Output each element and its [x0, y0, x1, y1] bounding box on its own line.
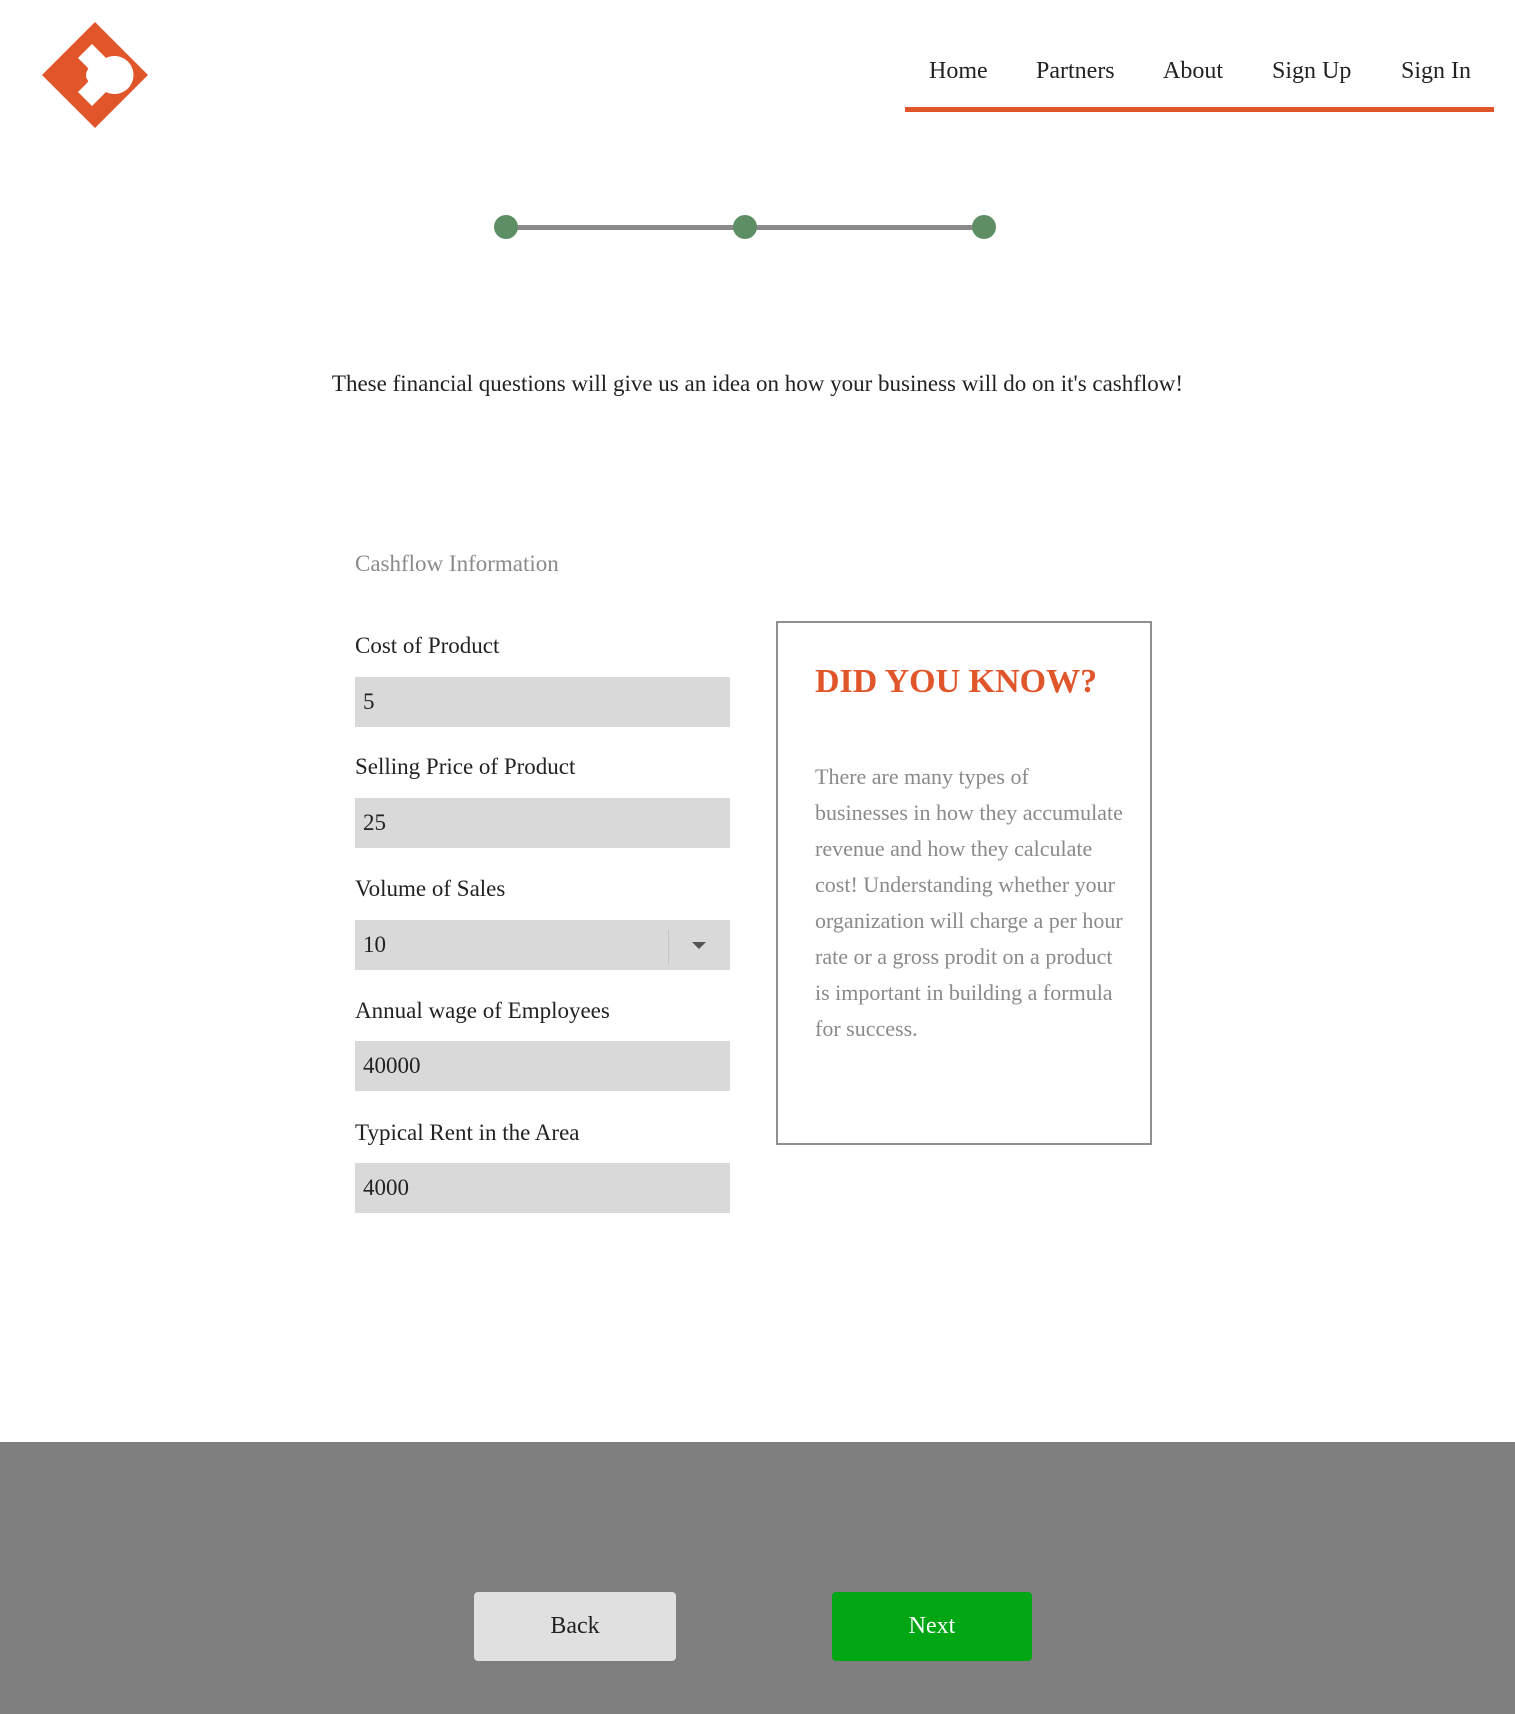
typical-rent-label: Typical Rent in the Area — [355, 1120, 580, 1145]
cost-of-product-label: Cost of Product — [355, 633, 500, 658]
footer-bar: Back Next — [0, 1442, 1515, 1714]
stepper-dot-3 — [972, 215, 996, 239]
main-nav: Home Partners About Sign Up Sign In — [905, 0, 1494, 112]
intro-text: These financial questions will give us a… — [331, 371, 1184, 396]
next-button[interactable]: Next — [832, 1592, 1032, 1661]
section-title: Cashflow Information — [355, 551, 559, 576]
cost-of-product-input[interactable] — [355, 677, 730, 727]
nav-sign-up[interactable]: Sign Up — [1272, 54, 1351, 88]
info-card-body: There are many types of businesses in ho… — [815, 764, 1123, 1041]
nav-partners[interactable]: Partners — [1036, 54, 1115, 88]
nav-sign-in[interactable]: Sign In — [1401, 54, 1471, 88]
logo[interactable] — [40, 20, 150, 130]
chevron-down-icon[interactable] — [692, 942, 706, 949]
info-card-title: DID YOU KNOW? — [815, 663, 1098, 700]
stepper-dot-1 — [494, 215, 518, 239]
nav-home[interactable]: Home — [929, 54, 988, 88]
annual-wage-label: Annual wage of Employees — [355, 998, 610, 1023]
back-button[interactable]: Back — [474, 1592, 676, 1661]
stepper-dot-2 — [733, 215, 757, 239]
select-divider — [668, 930, 669, 964]
typical-rent-input[interactable] — [355, 1163, 730, 1213]
volume-of-sales-label: Volume of Sales — [355, 876, 506, 901]
did-you-know-card: DID YOU KNOW? There are many types of bu… — [776, 621, 1152, 1145]
orange-diamond-logo-icon — [42, 22, 148, 128]
progress-stepper — [494, 214, 996, 240]
volume-of-sales-value: 10 — [363, 932, 386, 957]
selling-price-label: Selling Price of Product — [355, 754, 576, 779]
selling-price-input[interactable] — [355, 798, 730, 848]
annual-wage-input[interactable] — [355, 1041, 730, 1091]
volume-of-sales-select[interactable]: 10 — [355, 920, 730, 970]
nav-about[interactable]: About — [1163, 54, 1223, 88]
